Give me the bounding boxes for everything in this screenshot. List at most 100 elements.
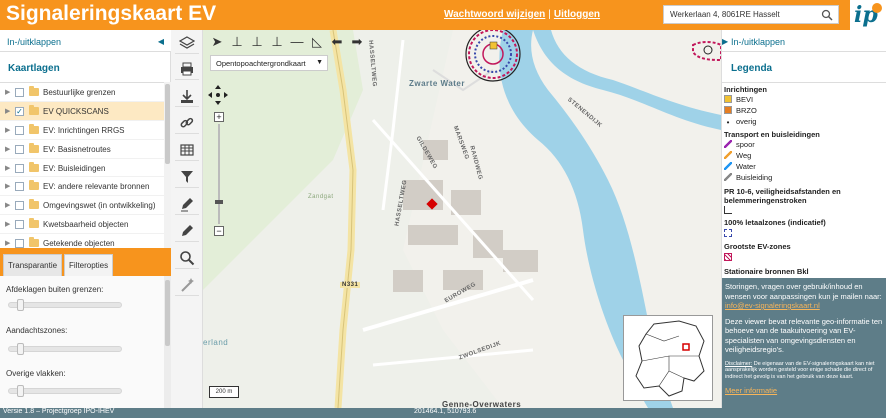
outside-borders-slider[interactable] xyxy=(8,299,122,311)
folder-icon xyxy=(29,237,39,248)
select-arrow-icon[interactable]: ➤ xyxy=(207,34,227,50)
slider-handle[interactable] xyxy=(17,299,24,311)
legend-heading: Stationaire bronnen Bkl xyxy=(724,267,809,276)
logout-link[interactable]: Uitloggen xyxy=(554,9,600,20)
tab-filter-options[interactable]: Filteropties xyxy=(64,254,113,276)
layer-checkbox[interactable] xyxy=(15,182,24,192)
spoor-swatch xyxy=(724,140,732,148)
layer-label[interactable]: Omgevingswet (in ontwikkeling) xyxy=(43,201,156,210)
map-view[interactable]: ➤ ⊥ ⊥ ⊥ — ◺ ⬅ ➡ Opentopoachtergrondkaart ▼ + − … xyxy=(203,30,721,408)
expand-icon[interactable]: ▶ xyxy=(5,164,10,172)
collapse-right-icon[interactable]: ▶ xyxy=(722,37,728,46)
layer-row[interactable]: ▶ Getekende objecten xyxy=(0,234,164,248)
address-search-field[interactable]: Werkerlaan 4, 8061RE Hasselt xyxy=(663,5,839,24)
layer-checkbox[interactable] xyxy=(15,144,24,154)
measure-button[interactable] xyxy=(175,274,199,296)
layer-tree-scrollbar[interactable] xyxy=(164,82,171,248)
layer-row[interactable]: ▶ EV: Buisleidingen xyxy=(0,159,164,178)
expand-icon[interactable]: ▶ xyxy=(5,107,10,115)
forward-arrow-icon[interactable]: ➡ xyxy=(347,34,367,50)
legend-item xyxy=(724,229,736,238)
pencil-button[interactable] xyxy=(175,220,199,242)
expand-icon[interactable]: ▶ xyxy=(5,145,10,153)
email-link[interactable]: info@ev-signaleringskaart.nl xyxy=(725,301,820,310)
legend-item xyxy=(724,206,736,215)
expand-icon[interactable]: ▶ xyxy=(5,126,10,134)
pin-tool-icon[interactable]: ⊥ xyxy=(227,34,247,50)
transparency-scrollbar[interactable] xyxy=(164,276,171,408)
left-collapse-label[interactable]: In-/uitklappen xyxy=(7,37,61,47)
layer-label[interactable]: EV: Basisnetroutes xyxy=(43,145,111,154)
zoom-slider[interactable]: + − xyxy=(214,112,224,236)
pan-control-icon[interactable] xyxy=(207,84,229,106)
basemap-select[interactable]: Opentopoachtergrondkaart ▼ xyxy=(210,55,328,71)
layers-icon xyxy=(179,36,195,49)
search-icon[interactable] xyxy=(821,9,833,21)
print-button[interactable] xyxy=(175,58,199,80)
expand-icon[interactable]: ▶ xyxy=(5,239,10,247)
table-button[interactable] xyxy=(175,139,199,161)
layer-row[interactable]: ▶ Bestuurlijke grenzen xyxy=(0,83,164,102)
chevron-down-icon[interactable]: ▼ xyxy=(316,59,323,66)
layer-label[interactable]: EV: andere relevante bronnen xyxy=(43,182,149,191)
layers-button[interactable] xyxy=(175,32,199,54)
slider-handle[interactable] xyxy=(17,343,24,355)
pin3-tool-icon[interactable]: ⊥ xyxy=(267,34,287,50)
legend-heading: Grootste EV-zones xyxy=(724,242,791,251)
layer-checkbox[interactable] xyxy=(15,88,24,97)
other-surfaces-slider[interactable] xyxy=(8,385,122,397)
magnifier-icon xyxy=(180,251,195,266)
attention-zones-slider[interactable] xyxy=(8,343,122,355)
address-search-value[interactable]: Werkerlaan 4, 8061RE Hasselt xyxy=(670,10,780,19)
expand-icon[interactable]: ▶ xyxy=(5,201,10,209)
layer-label[interactable]: EV: Buisleidingen xyxy=(43,164,105,173)
right-collapse-bar[interactable]: ▶ In-/uitklappen xyxy=(722,30,886,52)
zoom-in-button[interactable]: + xyxy=(214,112,224,122)
netherlands-overview-map[interactable] xyxy=(624,316,712,400)
download-button[interactable] xyxy=(175,85,199,107)
layer-checkbox-checked[interactable]: ✓ xyxy=(15,106,24,116)
zoom-out-button[interactable]: − xyxy=(214,226,224,236)
layer-row[interactable]: ▶ EV: andere relevante bronnen xyxy=(0,177,164,197)
right-collapse-label[interactable]: In-/uitklappen xyxy=(731,37,785,47)
layer-row[interactable]: ▶ ✓ EV QUICKSCANS xyxy=(0,101,164,121)
layer-row[interactable]: ▶ EV: Basisnetroutes xyxy=(0,140,164,159)
link-button[interactable] xyxy=(175,112,199,134)
layer-label[interactable]: Kwetsbaarheid objecten xyxy=(43,220,128,229)
layer-row[interactable]: ▶ Kwetsbaarheid objecten xyxy=(0,215,164,235)
layer-row[interactable]: ▶ Omgevingswet (in ontwikkeling) xyxy=(0,196,164,216)
layer-checkbox[interactable] xyxy=(15,163,24,173)
basemap-value[interactable]: Opentopoachtergrondkaart xyxy=(216,59,306,68)
layer-label[interactable]: EV: Inrichtingen RRGS xyxy=(43,126,125,135)
slider-handle[interactable] xyxy=(17,385,24,397)
filter-button[interactable] xyxy=(175,166,199,188)
layer-label[interactable]: Bestuurlijke grenzen xyxy=(43,88,115,97)
expand-icon[interactable]: ▶ xyxy=(5,88,10,96)
scale-bar: 200 m xyxy=(209,386,239,398)
more-info-link[interactable]: Meer informatie xyxy=(725,386,884,396)
pin2-tool-icon[interactable]: ⊥ xyxy=(247,34,267,50)
scrollbar-thumb[interactable] xyxy=(165,280,170,346)
expand-icon[interactable]: ▶ xyxy=(5,220,10,228)
layer-label[interactable]: EV QUICKSCANS xyxy=(43,107,109,116)
tab-transparency[interactable]: Transparantie xyxy=(3,254,62,276)
layer-checkbox[interactable] xyxy=(15,125,24,135)
zoom-search-button[interactable] xyxy=(175,247,199,269)
zoom-track[interactable] xyxy=(218,124,220,224)
left-collapse-bar[interactable]: In-/uitklappen ◀ xyxy=(0,30,171,52)
collapse-left-icon[interactable]: ◀ xyxy=(158,37,164,46)
layer-row[interactable]: ▶ EV: Inrichtingen RRGS xyxy=(0,121,164,140)
measure-line-icon[interactable]: — xyxy=(287,34,307,49)
measure-angle-icon[interactable]: ◺ xyxy=(307,34,327,50)
draw-button[interactable] xyxy=(175,193,199,215)
layer-checkbox[interactable] xyxy=(15,220,24,230)
scrollbar-thumb[interactable] xyxy=(165,84,170,164)
layer-label[interactable]: Getekende objecten xyxy=(43,239,115,248)
zoom-knob[interactable] xyxy=(215,200,223,204)
overview-map[interactable] xyxy=(623,315,713,401)
layer-checkbox[interactable] xyxy=(15,201,24,211)
layer-checkbox[interactable] xyxy=(15,239,24,248)
back-arrow-icon[interactable]: ⬅ xyxy=(327,34,347,50)
change-password-link[interactable]: Wachtwoord wijzigen xyxy=(444,9,545,20)
expand-icon[interactable]: ▶ xyxy=(5,182,10,190)
